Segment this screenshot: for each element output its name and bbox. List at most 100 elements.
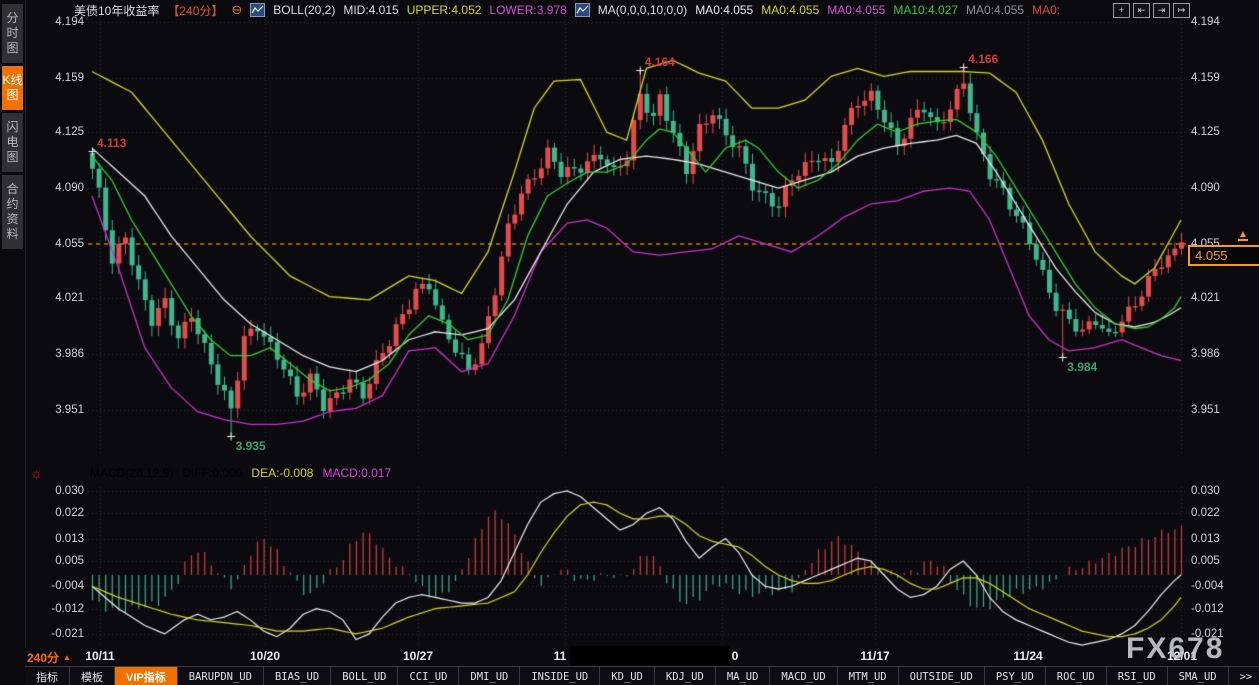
- bottom-tab--[interactable]: >>: [1229, 667, 1259, 685]
- macd-axis-label: 0.013: [24, 532, 84, 546]
- bottom-tab-rsi-ud[interactable]: RSI_UD: [1107, 667, 1168, 685]
- bottom-tab-kd-ud[interactable]: KD_UD: [600, 667, 655, 685]
- macd-label: MACD(26,12,9): [90, 466, 173, 480]
- bottom-tab-mtm-ud[interactable]: MTM_UD: [838, 667, 899, 685]
- macd-dea-value: DEA:-0.008: [251, 466, 313, 480]
- indicator-chart-icon[interactable]: [575, 3, 590, 17]
- bottom-tab-inside-ud[interactable]: INSIDE_UD: [520, 667, 600, 685]
- period-text: 240分: [27, 649, 59, 666]
- macd-header: MACD(26,12,9) DIFF:0.000 DEA:-0.008 MACD…: [90, 466, 391, 480]
- bottom-tab-dmi-ud[interactable]: DMI_UD: [459, 667, 520, 685]
- x-axis-date-label: 10/27: [403, 649, 433, 663]
- price-annotation: 4.164: [645, 55, 675, 69]
- bottom-tab-ma-ud[interactable]: MA_UD: [716, 667, 771, 685]
- x-axis-date-label: 11/24: [1013, 649, 1042, 663]
- current-price-label: 4.055: [1188, 245, 1259, 266]
- bottom-tab--[interactable]: 模板: [70, 667, 115, 685]
- macd-axis-label: 0.030: [1191, 484, 1253, 498]
- chart-toolbar: +⇤⇥↦: [1113, 3, 1190, 18]
- y-axis-label: 3.951: [1191, 403, 1253, 417]
- fit-right-icon[interactable]: ⇥: [1153, 3, 1170, 18]
- boll-upper-value: UPPER:4.052: [407, 3, 482, 17]
- macd-diff-value: DIFF:0.000: [182, 466, 242, 480]
- price-annotation: 4.113: [97, 136, 126, 150]
- ma-value: MA0:4.055: [695, 3, 753, 17]
- minus-circle-icon[interactable]: ⊖: [231, 4, 242, 16]
- page-title: 美债10年收益率: [74, 2, 159, 19]
- price-up-arrow-icon: ▲: [1238, 230, 1248, 241]
- y-axis-label: 4.125: [24, 125, 84, 139]
- macd-axis-label: -0.012: [24, 602, 84, 616]
- sidebar-tab-lightning-chart[interactable]: 闪电图: [2, 113, 23, 172]
- sidebar-tab-contract-info[interactable]: 合约资料: [2, 175, 23, 249]
- y-axis-label: 3.986: [1191, 347, 1253, 361]
- macd-axis-label: -0.021: [24, 627, 84, 641]
- sidebar-tab-time-chart[interactable]: 分时图: [2, 4, 23, 63]
- y-axis-label: 4.021: [24, 291, 84, 305]
- x-axis-date-label: 10/11: [85, 649, 114, 663]
- bottom-tab-kdj-ud[interactable]: KDJ_UD: [655, 667, 716, 685]
- y-axis-label: 4.159: [24, 71, 84, 85]
- bottom-tab-roc-ud[interactable]: ROC_UD: [1046, 667, 1107, 685]
- bottom-tab-macd-ud[interactable]: MACD_UD: [770, 667, 837, 685]
- bottom-tab--[interactable]: 指标: [25, 667, 70, 685]
- y-axis-label: 3.951: [24, 403, 84, 417]
- bottom-tab-vip-[interactable]: VIP指标: [115, 667, 178, 685]
- trading-chart-app: 分时图 K线图闪电图合约资料 美债10年收益率 【240分】 ⊖ BOLL(20,…: [0, 0, 1259, 685]
- chart-canvas[interactable]: [0, 0, 1259, 685]
- sidebar-tab-kline-chart[interactable]: K线图: [2, 66, 23, 110]
- macd-axis-label: -0.012: [1191, 602, 1253, 616]
- macd-axis-label: 0.013: [1191, 532, 1253, 546]
- ma-value: MA0:4.055: [827, 3, 885, 17]
- period-dropdown-arrow-icon: ▲: [63, 653, 71, 662]
- boll-lower-value: LOWER:3.978: [489, 3, 566, 17]
- y-axis-label: 4.194: [24, 15, 84, 29]
- x-axis-date-label: 11: [554, 649, 567, 663]
- price-annotation: 4.166: [968, 52, 998, 66]
- y-axis-label: 4.125: [1191, 125, 1253, 139]
- x-axis-date-label: 11/17: [860, 649, 889, 663]
- bottom-tab-psy-ud[interactable]: PSY_UD: [985, 667, 1046, 685]
- period-label[interactable]: 240分 ▲: [27, 649, 71, 666]
- shift-right-icon[interactable]: ↦: [1173, 3, 1190, 18]
- y-axis-label: 4.055: [24, 237, 84, 251]
- price-annotation: 3.935: [236, 439, 266, 453]
- y-axis-label: 4.090: [24, 181, 84, 195]
- live-indicator-icon: ☼: [30, 466, 43, 480]
- x-axis: 240分 ▲ 10/1110/2010/2711011/1711/2412/01: [25, 648, 1259, 665]
- period-badge: 【240分】: [167, 2, 223, 19]
- macd-axis-label: 0.030: [24, 484, 84, 498]
- boll-readout: BOLL(20,2) MID:4.015 UPPER:4.052 LOWER:3…: [273, 3, 567, 17]
- boll-label: BOLL(20,2): [273, 3, 335, 17]
- y-axis-label: 4.021: [1191, 291, 1253, 305]
- sidebar: 分时图 K线图闪电图合约资料: [0, 0, 26, 685]
- boll-mid-value: MID:4.015: [343, 3, 398, 17]
- chart-header: 美债10年收益率 【240分】 ⊖ BOLL(20,2) MID:4.015 U…: [74, 2, 1060, 18]
- macd-axis-label: 0.005: [24, 554, 84, 568]
- macd-axis-label: 0.022: [24, 506, 84, 520]
- bottom-tab-bias-ud[interactable]: BIAS_UD: [264, 667, 331, 685]
- fit-left-icon[interactable]: ⇤: [1133, 3, 1150, 18]
- y-axis-label: 4.159: [1191, 71, 1253, 85]
- x-axis-date-label: 0: [732, 649, 739, 663]
- bottom-tab-sma-ud[interactable]: SMA_UD: [1168, 667, 1229, 685]
- macd-axis-label: -0.004: [24, 579, 84, 593]
- ma-value: MA0:4.055: [761, 3, 819, 17]
- y-axis-label: 4.090: [1191, 181, 1253, 195]
- macd-axis-label: -0.004: [1191, 579, 1253, 593]
- macd-macd-value: MACD:0.017: [322, 466, 391, 480]
- ma-label: MA(0,0,0,10,0,0): [598, 3, 687, 17]
- macd-axis-label: 0.022: [1191, 506, 1253, 520]
- y-axis-label: 3.986: [24, 347, 84, 361]
- price-annotation: 3.984: [1067, 360, 1097, 374]
- bottom-tab-outside-ud[interactable]: OUTSIDE_UD: [899, 667, 985, 685]
- indicator-chart-icon[interactable]: [250, 3, 265, 17]
- watermark-logo: FX678: [1126, 632, 1224, 666]
- ma-value: MA0:: [1032, 3, 1060, 17]
- macd-axis-label: 0.005: [1191, 554, 1253, 568]
- pan-move-icon[interactable]: +: [1113, 3, 1130, 18]
- bottom-tab-cci-ud[interactable]: CCI_UD: [398, 667, 459, 685]
- bottom-tab-boll-ud[interactable]: BOLL_UD: [331, 667, 398, 685]
- ma-readout: MA0:4.055MA0:4.055MA0:4.055MA10:4.027MA0…: [695, 3, 1060, 17]
- bottom-tab-barupdn-ud[interactable]: BARUPDN_UD: [178, 667, 264, 685]
